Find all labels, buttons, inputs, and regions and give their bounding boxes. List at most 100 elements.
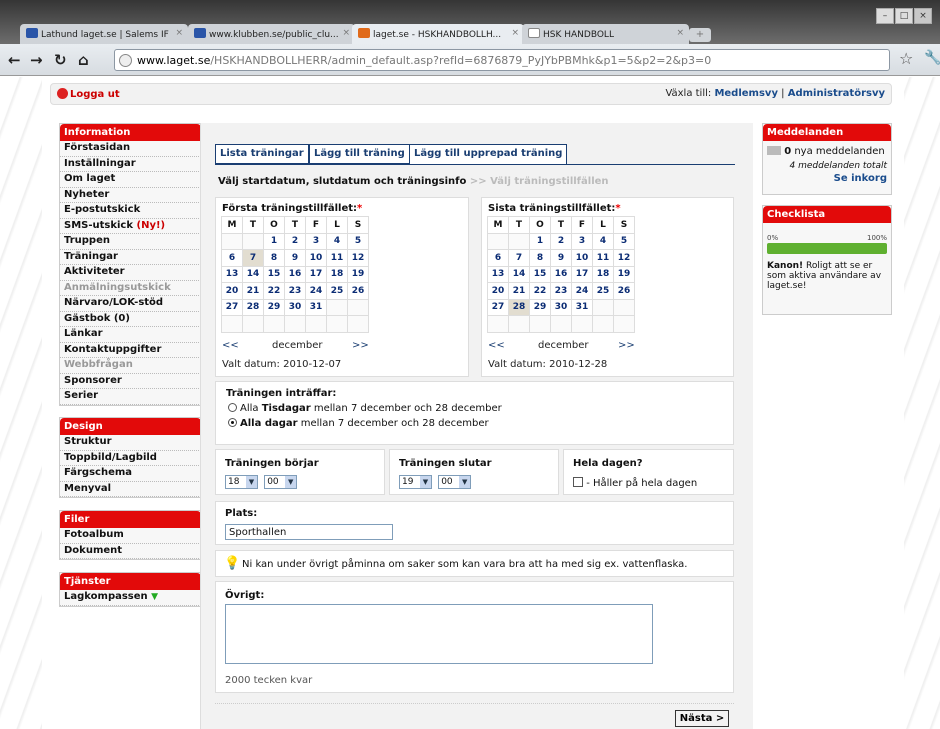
day-cell[interactable]: 9 (550, 249, 572, 267)
nav-item[interactable]: Struktur (60, 435, 201, 451)
day-cell[interactable]: 9 (284, 249, 306, 267)
nav-item[interactable]: Om laget (60, 172, 201, 188)
day-cell[interactable]: 3 (305, 232, 327, 250)
all-day-checkbox[interactable] (573, 477, 583, 487)
nav-item[interactable]: Färgschema (60, 466, 201, 482)
close-window-icon[interactable]: × (914, 8, 932, 24)
day-cell[interactable]: 13 (221, 265, 243, 283)
day-cell[interactable]: 25 (592, 282, 614, 300)
browser-tab-3[interactable]: laget.se - HSKHANDBOLLH... × (352, 24, 524, 45)
prev-month-link[interactable]: << (488, 340, 505, 351)
occurs-option-all-days[interactable]: Alla dagar mellan 7 december och 28 dece… (228, 418, 489, 429)
day-cell[interactable]: 10 (305, 249, 327, 267)
end-hour-select[interactable]: 19 ▼ (399, 475, 432, 489)
day-cell[interactable]: 22 (263, 282, 285, 300)
day-cell[interactable]: 2 (284, 232, 306, 250)
browser-tab-4[interactable]: HSK HANDBOLL × (522, 24, 689, 44)
day-cell[interactable]: 2 (550, 232, 572, 250)
address-bar[interactable]: www.laget.se/HSKHANDBOLLHERR/admin_defau… (114, 49, 890, 71)
occurs-option-tuesdays[interactable]: Alla Tisdagar mellan 7 december och 28 d… (228, 403, 502, 414)
day-cell[interactable]: 31 (305, 298, 327, 316)
day-cell[interactable]: 14 (508, 265, 530, 283)
next-month-link[interactable]: >> (618, 340, 635, 351)
nav-item-sms[interactable]: SMS-utskick (Ny!) (60, 219, 201, 234)
nav-item[interactable]: E-postutskick (60, 203, 201, 219)
day-cell[interactable]: 24 (571, 282, 593, 300)
day-cell[interactable]: 20 (487, 282, 509, 300)
day-cell[interactable]: 15 (263, 265, 285, 283)
start-hour-select[interactable]: 18 ▼ (225, 475, 258, 489)
day-cell[interactable]: 15 (529, 265, 551, 283)
day-cell[interactable]: 3 (571, 232, 593, 250)
day-cell[interactable]: 30 (550, 298, 572, 316)
radio-tuesdays[interactable] (228, 403, 237, 412)
nav-item-lagkompassen[interactable]: Lagkompassen ▼ (60, 590, 201, 606)
day-cell[interactable]: 24 (305, 282, 327, 300)
selected-day-cell[interactable]: 28 (508, 298, 530, 316)
day-cell[interactable]: 26 (613, 282, 635, 300)
start-minute-select[interactable]: 00 ▼ (264, 475, 298, 489)
day-cell[interactable]: 19 (347, 265, 369, 283)
admin-view-link[interactable]: Administratörsvy (788, 88, 885, 99)
close-tab-icon[interactable]: × (342, 28, 350, 38)
day-cell[interactable]: 12 (347, 249, 369, 267)
day-cell[interactable]: 18 (592, 265, 614, 283)
browser-tab-2[interactable]: www.klubben.se/public_clu... × (188, 24, 355, 44)
wrench-icon[interactable]: 🔧 (924, 50, 940, 66)
day-cell[interactable]: 17 (571, 265, 593, 283)
radio-all-days[interactable] (228, 418, 237, 427)
day-cell[interactable]: 23 (550, 282, 572, 300)
day-cell[interactable]: 5 (347, 232, 369, 250)
nav-item[interactable]: Toppbild/Lagbild (60, 451, 201, 466)
day-cell[interactable]: 6 (487, 249, 509, 267)
other-textarea[interactable] (225, 604, 653, 664)
tab-list-trainings[interactable]: Lista träningar (215, 144, 309, 164)
day-cell[interactable]: 27 (487, 298, 509, 316)
nav-item[interactable]: Förstasidan (60, 141, 201, 157)
day-cell[interactable]: 11 (592, 249, 614, 267)
day-cell[interactable]: 21 (508, 282, 530, 300)
day-cell[interactable]: 8 (263, 249, 285, 267)
day-cell[interactable]: 29 (263, 298, 285, 316)
nav-item[interactable]: Närvaro/LOK-stöd (60, 296, 201, 312)
day-cell[interactable]: 16 (284, 265, 306, 283)
nav-item[interactable]: Fotoalbum (60, 528, 201, 544)
all-day-option[interactable]: - Håller på hela dagen (573, 477, 697, 489)
day-cell[interactable]: 4 (326, 232, 348, 250)
day-cell[interactable]: 13 (487, 265, 509, 283)
nav-item[interactable]: Inställningar (60, 157, 201, 172)
nav-item-active[interactable]: Träningar (60, 250, 201, 265)
nav-item[interactable]: Sponsorer (60, 374, 201, 389)
end-minute-select[interactable]: 00 ▼ (438, 475, 472, 489)
nav-item[interactable]: Kontaktuppgifter (60, 343, 201, 358)
day-cell[interactable]: 5 (613, 232, 635, 250)
back-icon[interactable]: ← (8, 51, 21, 69)
day-cell[interactable]: 20 (221, 282, 243, 300)
prev-month-link[interactable]: << (222, 340, 239, 351)
next-button[interactable]: Nästa > (675, 710, 729, 727)
day-cell[interactable]: 8 (529, 249, 551, 267)
day-cell[interactable]: 16 (550, 265, 572, 283)
day-cell[interactable]: 18 (326, 265, 348, 283)
reload-icon[interactable]: ↻ (54, 51, 67, 69)
next-month-link[interactable]: >> (352, 340, 369, 351)
nav-item[interactable]: Aktiviteter (60, 265, 201, 281)
day-cell[interactable]: 19 (613, 265, 635, 283)
close-tab-icon[interactable]: × (676, 28, 684, 38)
member-view-link[interactable]: Medlemsvy (714, 88, 778, 99)
new-tab-button[interactable]: + (689, 28, 711, 42)
nav-item[interactable]: Gästbok (0) (60, 312, 201, 327)
maximize-icon[interactable]: □ (895, 8, 913, 24)
inbox-link[interactable]: Se inkorg (763, 171, 891, 184)
logout-link[interactable]: Logga ut (57, 88, 120, 100)
nav-item[interactable]: Menyval (60, 482, 201, 497)
selected-day-cell[interactable]: 7 (242, 249, 264, 267)
day-cell[interactable]: 26 (347, 282, 369, 300)
day-cell[interactable]: 7 (508, 249, 530, 267)
day-cell[interactable]: 1 (529, 232, 551, 250)
day-cell[interactable]: 21 (242, 282, 264, 300)
minimize-icon[interactable]: – (876, 8, 894, 24)
day-cell[interactable]: 17 (305, 265, 327, 283)
nav-item[interactable]: Länkar (60, 327, 201, 343)
close-tab-icon[interactable]: × (511, 28, 519, 38)
